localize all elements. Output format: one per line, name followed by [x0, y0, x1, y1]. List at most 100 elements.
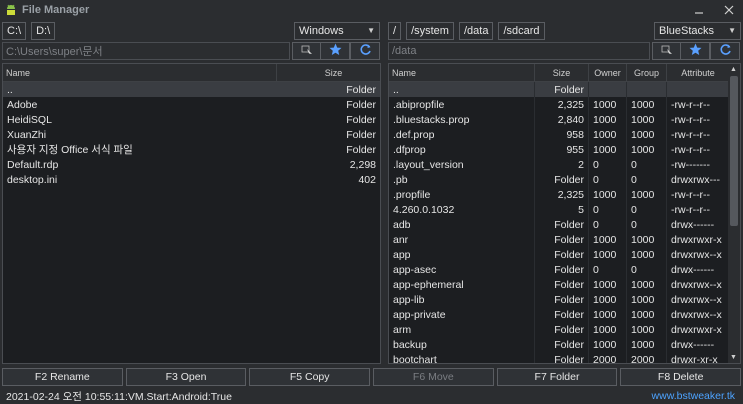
table-row[interactable]: .pb Folder 0 0 drwxrwx---: [389, 172, 740, 187]
scroll-down-icon[interactable]: ▼: [730, 354, 737, 361]
table-row[interactable]: Default.rdp 2,298: [3, 157, 380, 172]
table-row[interactable]: 4.260.0.1032 5 0 0 -rw-r--r--: [389, 202, 740, 217]
path-system-button[interactable]: /system: [406, 22, 454, 40]
col-group-header[interactable]: Group: [627, 64, 667, 81]
device-combo[interactable]: BlueStacks ▼: [654, 22, 741, 40]
col-owner-header[interactable]: Owner: [589, 64, 627, 81]
os-combo[interactable]: Windows ▼: [294, 22, 380, 40]
close-icon[interactable]: [721, 2, 737, 18]
file-owner: 1000: [589, 292, 627, 307]
f8-delete-button[interactable]: F8 Delete: [620, 368, 742, 386]
star-icon: [329, 43, 342, 59]
bookmark-button[interactable]: [320, 42, 350, 60]
goto-button[interactable]: [652, 42, 682, 60]
scroll-thumb[interactable]: [730, 76, 738, 226]
col-name-header[interactable]: Name: [3, 64, 277, 81]
file-size: Folder: [535, 307, 589, 322]
file-group: 1000: [627, 142, 667, 157]
vertical-scrollbar[interactable]: ▲ ▼: [728, 64, 740, 363]
table-row[interactable]: anr Folder 1000 1000 drwxrwxr-x: [389, 232, 740, 247]
file-attribute: drwxrwx--x: [671, 278, 722, 291]
f3-open-button[interactable]: F3 Open: [125, 368, 247, 386]
file-group: 1000: [627, 247, 667, 262]
file-name: Default.rdp: [7, 158, 59, 171]
table-row[interactable]: HeidiSQL Folder: [3, 112, 380, 127]
table-row[interactable]: app-ephemeral Folder 1000 1000 drwxrwx--x: [389, 277, 740, 292]
file-size: 958: [535, 127, 589, 142]
table-row[interactable]: 사용자 지정 Office 서식 파일 Folder: [3, 142, 380, 157]
f5-copy-button[interactable]: F5 Copy: [249, 368, 371, 386]
table-row[interactable]: .. Folder: [3, 82, 380, 97]
file-name: Adobe: [7, 98, 38, 111]
device-file-list: Name Size Owner Group Attribute .. Folder…: [388, 63, 741, 364]
file-owner: 1000: [589, 307, 627, 322]
file-owner: 1000: [589, 322, 627, 337]
drive-d-button[interactable]: D:\: [31, 22, 56, 40]
col-name-header[interactable]: Name: [389, 64, 535, 81]
table-row[interactable]: .layout_version 2 0 0 -rw-------: [389, 157, 740, 172]
file-owner: 0: [589, 202, 627, 217]
file-owner: 1000: [589, 97, 627, 112]
col-size-header[interactable]: Size: [535, 64, 589, 81]
file-owner: 1000: [589, 337, 627, 352]
scroll-up-icon[interactable]: ▲: [730, 66, 737, 73]
file-name: .bluestacks.prop: [389, 112, 535, 127]
table-row[interactable]: Adobe Folder: [3, 97, 380, 112]
goto-button[interactable]: [292, 42, 322, 60]
minimize-icon[interactable]: [691, 2, 707, 18]
file-size: Folder: [535, 82, 589, 97]
refresh-button[interactable]: [350, 42, 380, 60]
local-path-input[interactable]: C:\Users\super\문서: [2, 42, 290, 60]
table-row[interactable]: app-asec Folder 0 0 drwx------: [389, 262, 740, 277]
file-size: 2,298: [349, 158, 376, 171]
table-row[interactable]: arm Folder 1000 1000 drwxrwxr-x: [389, 322, 740, 337]
table-row[interactable]: backup Folder 1000 1000 drwx------: [389, 337, 740, 352]
refresh-button[interactable]: [710, 42, 740, 60]
col-size-header[interactable]: Size: [277, 64, 380, 81]
table-row[interactable]: .bluestacks.prop 2,840 1000 1000 -rw-r--r--: [389, 112, 740, 127]
website-link[interactable]: www.bstweaker.tk: [652, 390, 735, 402]
file-owner: 0: [589, 217, 627, 232]
f7-folder-button[interactable]: F7 Folder: [496, 368, 618, 386]
bookmark-button[interactable]: [680, 42, 710, 60]
chevron-down-icon: ▼: [728, 26, 736, 35]
col-attribute-header[interactable]: Attribute: [667, 64, 729, 81]
table-row[interactable]: XuanZhi Folder: [3, 127, 380, 142]
file-size: 955: [535, 142, 589, 157]
table-row[interactable]: .def.prop 958 1000 1000 -rw-r--r--: [389, 127, 740, 142]
f2-rename-button[interactable]: F2 Rename: [2, 368, 123, 386]
cursor-icon: [661, 45, 673, 58]
f6-move-button[interactable]: F6 Move: [373, 368, 494, 386]
table-row[interactable]: bootchart Folder 2000 2000 drwxr-xr-x: [389, 352, 740, 363]
file-group: 0: [627, 262, 667, 277]
file-name: XuanZhi: [7, 128, 47, 141]
file-group: 1000: [627, 292, 667, 307]
file-name: app-private: [389, 307, 535, 322]
file-group: 0: [627, 172, 667, 187]
file-attribute: drwxrwxr-x: [671, 323, 722, 336]
path-sdcard-button[interactable]: /sdcard: [498, 22, 545, 40]
cursor-icon: [301, 45, 313, 58]
table-row[interactable]: desktop.ini 402: [3, 172, 380, 187]
device-path-input[interactable]: /data: [388, 42, 650, 60]
table-row[interactable]: .. Folder: [389, 82, 740, 97]
path-data-button[interactable]: /data: [458, 22, 494, 40]
table-row[interactable]: .abipropfile 2,325 1000 1000 -rw-r--r--: [389, 97, 740, 112]
table-row[interactable]: app-lib Folder 1000 1000 drwxrwx--x: [389, 292, 740, 307]
table-row[interactable]: adb Folder 0 0 drwx------: [389, 217, 740, 232]
local-list-header: Name Size: [3, 64, 380, 82]
file-name: app-asec: [389, 262, 535, 277]
path-root-button[interactable]: /: [388, 22, 402, 40]
file-size: 2: [535, 157, 589, 172]
file-name: app-ephemeral: [389, 277, 535, 292]
drive-c-button[interactable]: C:\: [2, 22, 27, 40]
file-name: HeidiSQL: [7, 113, 52, 126]
table-row[interactable]: .dfprop 955 1000 1000 -rw-r--r--: [389, 142, 740, 157]
os-combo-value: Windows: [299, 25, 344, 37]
file-name: anr: [389, 232, 535, 247]
table-row[interactable]: app Folder 1000 1000 drwxrwx--x: [389, 247, 740, 262]
file-name: adb: [389, 217, 535, 232]
table-row[interactable]: app-private Folder 1000 1000 drwxrwx--x: [389, 307, 740, 322]
file-attribute: drwxrwx--x: [671, 308, 722, 321]
table-row[interactable]: .propfile 2,325 1000 1000 -rw-r--r--: [389, 187, 740, 202]
